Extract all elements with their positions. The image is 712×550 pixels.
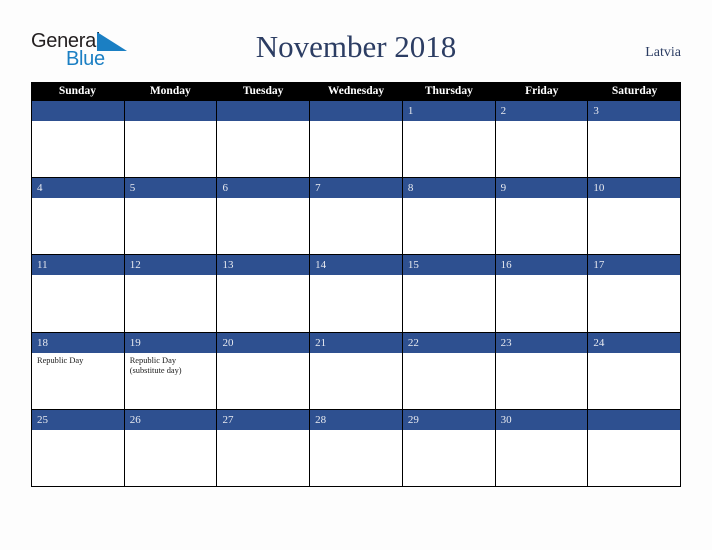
day-cell-19[interactable]: 19 Republic Day (substitute day): [124, 332, 218, 409]
day-number: 20: [217, 332, 310, 353]
day-number: 22: [402, 332, 495, 353]
calendar-week-row: 25 26 27 28 29 30: [31, 409, 681, 487]
day-cell-15[interactable]: 15: [402, 255, 496, 332]
day-cell-4[interactable]: 4: [32, 178, 125, 255]
day-cell-20[interactable]: 20: [217, 332, 311, 409]
day-cell-9[interactable]: 9: [495, 178, 589, 255]
day-number: 3: [588, 101, 681, 121]
day-cell-2[interactable]: 2: [495, 101, 589, 178]
day-number: 16: [495, 255, 588, 276]
day-number: 13: [217, 255, 310, 276]
day-number: 18: [32, 332, 124, 353]
calendar-page: General Blue November 2018 Latvia Sunday…: [0, 0, 712, 550]
day-cell-7[interactable]: 7: [310, 178, 403, 255]
calendar-week-row: 123: [31, 101, 681, 179]
day-number: 21: [310, 332, 402, 353]
weekday-header-wednesday: Wednesday: [327, 85, 385, 97]
day-number: 24: [588, 332, 681, 353]
day-number: 5: [124, 178, 217, 199]
day-number: 26: [124, 409, 217, 430]
day-cell-21[interactable]: 21: [310, 332, 403, 409]
event-text: Republic Day: [129, 355, 177, 365]
day-cell-empty[interactable]: [588, 409, 681, 486]
day-cell-8[interactable]: 8: [402, 178, 496, 255]
day-cell-24[interactable]: 24: [588, 332, 681, 409]
day-number: 30: [495, 409, 588, 430]
day-cell-22[interactable]: 22: [402, 332, 496, 409]
day-cell-empty[interactable]: [310, 101, 403, 178]
day-number: [124, 101, 217, 121]
day-cell-12[interactable]: 12: [124, 255, 218, 332]
day-number: 1: [402, 101, 495, 121]
day-number: 28: [310, 409, 402, 430]
event-text: (substitute day): [129, 365, 182, 375]
calendar-week-row: 18 Republic Day 19 Republic Day (substitute …: [31, 332, 681, 410]
weekday-header-thursday: Thursday: [424, 85, 473, 97]
day-cell-empty[interactable]: [217, 101, 311, 178]
day-number: [217, 101, 310, 121]
day-number: 25: [32, 409, 124, 430]
day-cell-5[interactable]: 5: [124, 178, 218, 255]
day-cell-29[interactable]: 29: [402, 409, 496, 486]
weekday-header-monday: Monday: [149, 85, 191, 97]
day-number: 15: [402, 255, 495, 276]
weekday-header-tuesday: Tuesday: [242, 85, 284, 97]
day-number: 6: [217, 178, 310, 199]
day-cell-16[interactable]: 16: [495, 255, 589, 332]
day-cell-14[interactable]: 14: [310, 255, 403, 332]
day-cell-1[interactable]: 1: [402, 101, 496, 178]
calendar-grid: Sunday Monday Tuesday Wednesday Thursday Frid…: [31, 82, 681, 487]
calendar-week-row: 11 12 13 14 15 16 17: [31, 255, 681, 333]
day-number: [32, 101, 124, 121]
day-cell-30[interactable]: 30: [495, 409, 589, 486]
day-number: 11: [32, 255, 124, 276]
day-cell-10[interactable]: 10: [588, 178, 681, 255]
day-number: 9: [495, 178, 588, 199]
day-cell-28[interactable]: 28: [310, 409, 403, 486]
day-number: [310, 101, 402, 121]
weekday-header-row: Sunday Monday Tuesday Wednesday Thursday Frid…: [31, 82, 681, 101]
country-label: Latvia: [645, 45, 681, 60]
day-number: 23: [495, 332, 588, 353]
day-number: 8: [402, 178, 495, 199]
day-cell-13[interactable]: 13: [217, 255, 311, 332]
page-header: General Blue November 2018 Latvia: [0, 0, 712, 82]
day-number: 4: [32, 178, 124, 199]
day-number: [588, 409, 681, 430]
day-cell-26[interactable]: 26: [124, 409, 218, 486]
event-list: Republic Day: [32, 353, 124, 366]
day-number: 19: [124, 332, 217, 353]
day-cell-6[interactable]: 6: [217, 178, 311, 255]
day-cell-17[interactable]: 17: [588, 255, 681, 332]
weekday-header-saturday: Saturday: [611, 85, 658, 97]
day-cell-27[interactable]: 27: [217, 409, 311, 486]
weekday-header-friday: Friday: [525, 85, 559, 97]
day-cell-11[interactable]: 11: [32, 255, 125, 332]
day-cell-23[interactable]: 23: [495, 332, 589, 409]
day-cell-3[interactable]: 3: [588, 101, 681, 178]
day-number: 7: [310, 178, 402, 199]
day-number: 10: [588, 178, 681, 199]
page-title: November 2018: [255, 29, 457, 64]
day-number: 2: [495, 101, 588, 121]
event-text: Republic Day: [37, 355, 84, 365]
day-cell-empty[interactable]: [32, 101, 125, 178]
calendar-week-row: 4 5 6 7 8 9 10: [31, 178, 681, 256]
day-number: 29: [402, 409, 495, 430]
calendar-weeks: 1 2 3 4 5 6 7 8 9 10 11 12 13 14 15 16 17 18 Republic Day 1…: [31, 101, 681, 487]
weekday-header-sunday: Sunday: [58, 85, 96, 97]
event-list: Republic Day (substitute day): [125, 353, 217, 376]
day-number: 12: [124, 255, 217, 276]
day-cell-25[interactable]: 25: [32, 409, 125, 486]
day-number: 14: [310, 255, 402, 276]
day-cell-empty[interactable]: [124, 101, 218, 178]
day-cell-18[interactable]: 18 Republic Day: [32, 332, 125, 409]
day-number: 17: [588, 255, 681, 276]
day-number: 27: [217, 409, 310, 430]
